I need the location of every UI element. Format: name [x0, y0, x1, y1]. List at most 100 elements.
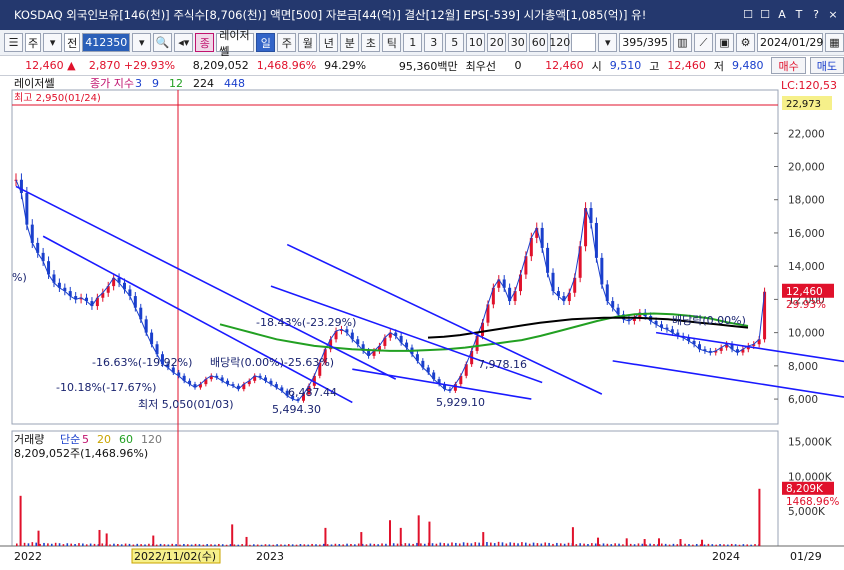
volume-bar: [505, 543, 508, 546]
volume-bar: [202, 544, 205, 546]
interval-60[interactable]: 60: [529, 33, 549, 52]
volume-bar: [559, 543, 562, 546]
interval-1[interactable]: 1: [403, 33, 423, 52]
volume-bar: [622, 544, 624, 546]
price-change: 2,870 +29.93%: [88, 59, 176, 72]
interval-3[interactable]: 3: [424, 33, 444, 52]
code-type-select[interactable]: 주: [25, 33, 42, 52]
font-size-icon[interactable]: A: [775, 8, 789, 22]
volume-bar: [583, 543, 585, 546]
volume-bar: [396, 543, 399, 546]
help-icon[interactable]: ?: [809, 8, 823, 22]
open-label: 시: [591, 59, 602, 73]
price-legend-item: 224: [193, 77, 214, 90]
volume-spike-bar: [701, 539, 704, 546]
period-minute[interactable]: 분: [340, 33, 360, 52]
volume-spike-bar: [105, 533, 108, 546]
volume-bar: [501, 542, 504, 546]
volume-spike-bar: [625, 538, 628, 546]
volume-spike-bar: [360, 532, 363, 546]
volume-legend-item: 120: [141, 433, 162, 446]
y-tick-label: 14,000: [788, 261, 825, 273]
y-tick-label: 10,000: [788, 328, 825, 340]
y-tick-label: 8,000: [788, 361, 818, 373]
y-tick-label: 18,000: [788, 195, 825, 207]
period-tick[interactable]: 틱: [382, 33, 402, 52]
volume-bar: [381, 543, 383, 546]
current-volume-label: 8,209K: [786, 483, 824, 495]
price-annotation: 배당락(0.00%): [672, 314, 746, 327]
volume-bar: [575, 544, 578, 546]
stock-name-field[interactable]: 레이저쎌: [216, 29, 255, 58]
stock-code-input[interactable]: 412350: [82, 33, 131, 52]
period-day[interactable]: 일: [256, 33, 276, 52]
date-input[interactable]: 2024/01/29: [757, 33, 823, 52]
volume-bar: [521, 542, 523, 546]
volume-bar: [117, 543, 119, 546]
chevron-down-icon[interactable]: ▾: [598, 33, 618, 52]
volume-bar: [641, 543, 644, 546]
volume-bar: [439, 542, 442, 546]
search-icon[interactable]: 🔍: [153, 33, 173, 52]
interval-custom-input[interactable]: [571, 33, 597, 52]
volume-bar: [179, 544, 181, 546]
speaker-icon[interactable]: ◂▾: [174, 33, 194, 52]
volume-bar: [587, 543, 589, 546]
volume-bar: [221, 544, 224, 546]
volume-bar: [120, 544, 123, 546]
chevron-down-icon[interactable]: ▾: [132, 33, 152, 52]
candle-count[interactable]: 395/395: [619, 33, 671, 52]
sell-button[interactable]: 매도: [809, 57, 844, 74]
window-mode-icon[interactable]: ☐: [741, 8, 755, 22]
interval-10[interactable]: 10: [466, 33, 486, 52]
close-icon[interactable]: ×: [826, 8, 840, 22]
volume-bar: [23, 542, 26, 546]
quote-bar: 12,460 ▲ 2,870 +29.93% 8,209,052 1,468.9…: [0, 56, 844, 76]
text-icon[interactable]: T: [792, 8, 806, 22]
y-tick-label: 16,000: [788, 228, 825, 240]
up-arrow-icon: ▲: [67, 59, 76, 72]
volume-bar: [649, 543, 651, 546]
price-annotation: 최저 5,050(01/03): [138, 398, 234, 411]
save-icon[interactable]: ▣: [715, 33, 734, 52]
buy-button[interactable]: 매수: [771, 57, 806, 74]
low-price: 9,480: [731, 59, 764, 72]
period-week[interactable]: 주: [277, 33, 297, 52]
volume-bar: [695, 543, 698, 546]
settings-gear-icon[interactable]: ⚙: [736, 33, 755, 52]
volume-bar: [668, 544, 671, 546]
x-axis-label: 2022: [14, 550, 42, 563]
period-year[interactable]: 년: [319, 33, 339, 52]
priority-value: 0: [514, 59, 522, 72]
price-annotation: 6,487.44: [288, 386, 337, 399]
chart-type-icon[interactable]: ▥: [673, 33, 692, 52]
volume-bar: [746, 544, 749, 546]
interval-30[interactable]: 30: [508, 33, 528, 52]
interval-5[interactable]: 5: [445, 33, 465, 52]
chevron-down-icon[interactable]: ▾: [43, 33, 63, 52]
volume-bar: [260, 544, 263, 546]
volume-bar: [462, 542, 465, 546]
trend-tool-icon[interactable]: ⟋: [694, 33, 713, 52]
x-axis-label: 2023: [256, 550, 284, 563]
volume-bar: [408, 543, 411, 546]
name-tag[interactable]: 종: [195, 33, 215, 52]
list-icon[interactable]: ☰: [4, 33, 23, 52]
volume-bar: [734, 544, 737, 546]
price-annotation: 배당락(0.00%)-25.63%): [210, 356, 334, 369]
jeon-label[interactable]: 전: [64, 33, 81, 52]
price-annotation: 5,494.30: [272, 403, 321, 416]
toolbar: ☰ 주 ▾ 전 412350 ▾ 🔍 ◂▾ 종 레이저쎌 일 주 월 년 분 초…: [0, 29, 844, 58]
period-second[interactable]: 초: [361, 33, 381, 52]
period-month[interactable]: 월: [298, 33, 318, 52]
interval-20[interactable]: 20: [487, 33, 507, 52]
volume-bar: [556, 542, 558, 546]
volume-bar: [738, 544, 741, 546]
volume-bar: [50, 543, 53, 546]
volume-legend-item: 60: [119, 433, 133, 446]
interval-120[interactable]: 120: [549, 33, 570, 52]
stock-chart[interactable]: 레이저쎌 종가 지수 3 9 12 224 448 최고 2,950(01/24) LC:120…: [0, 76, 844, 570]
window-mode-icon-2[interactable]: ☐: [758, 8, 772, 22]
volume-bar: [85, 544, 88, 546]
calendar-icon[interactable]: ▦: [825, 33, 844, 52]
